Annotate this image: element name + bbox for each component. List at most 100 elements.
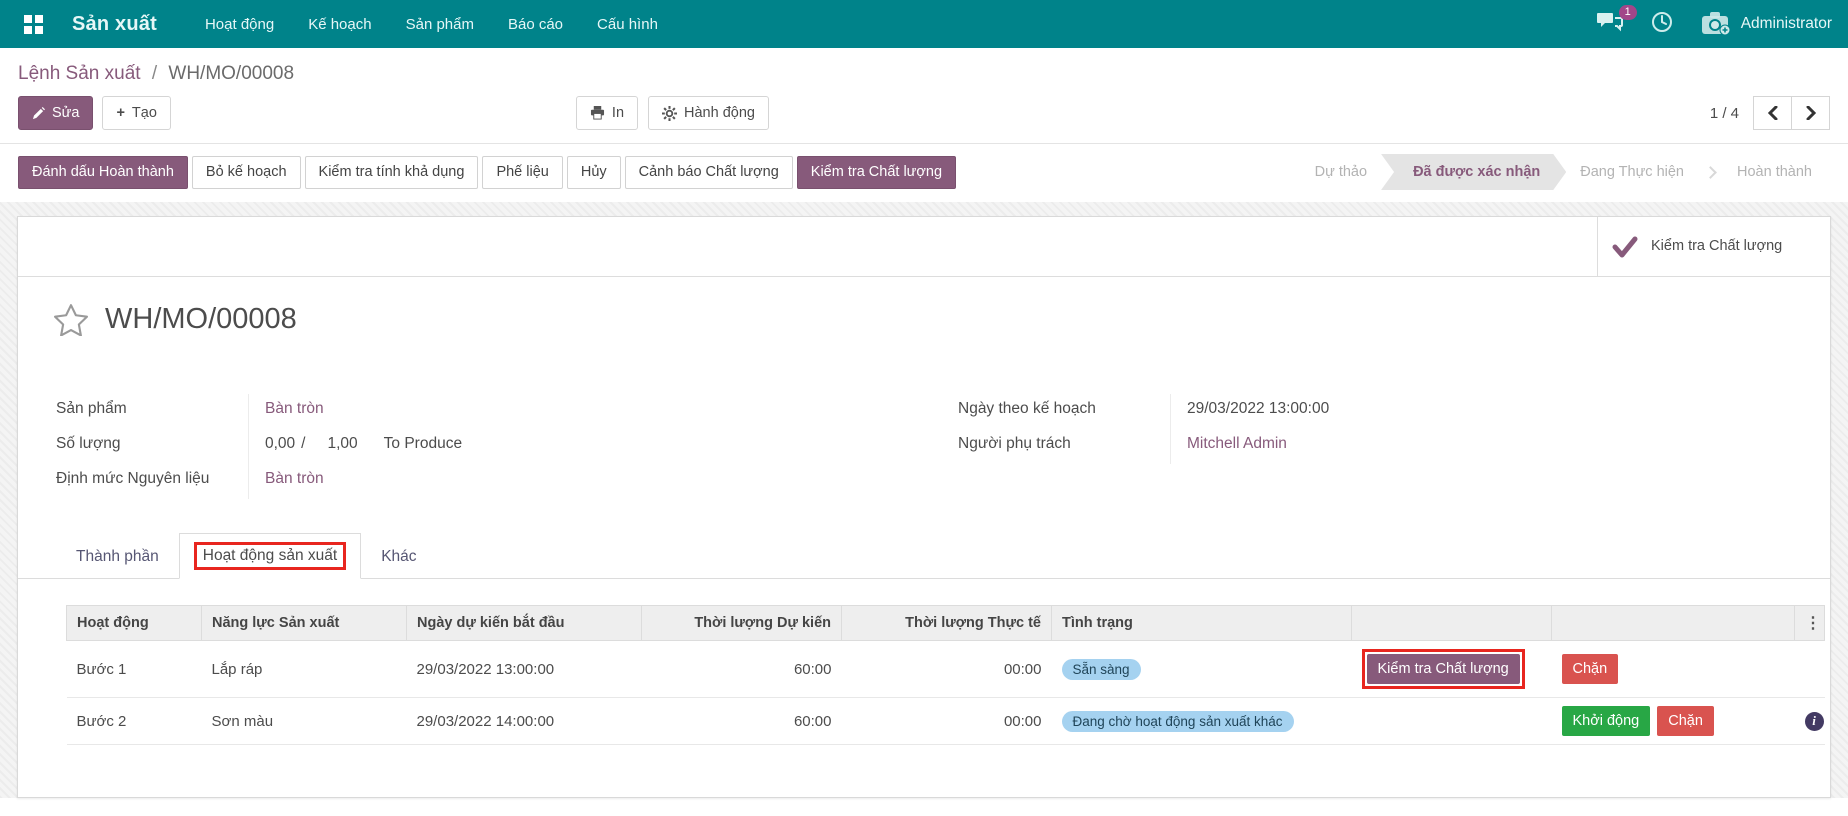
optional-columns-icon[interactable]: ⋮ [1805, 615, 1821, 632]
app-title[interactable]: Sản xuất [72, 13, 157, 36]
tab-components[interactable]: Thành phần [56, 536, 179, 578]
menu-operations[interactable]: Hoạt động [205, 16, 274, 33]
col-status[interactable]: Tình trạng [1052, 606, 1352, 641]
cell-expected-duration: 60:00 [642, 698, 842, 745]
main-menu: Hoạt động Kế hoạch Sản phẩm Báo cáo Cấu … [205, 16, 658, 33]
apps-menu-icon[interactable] [16, 7, 50, 41]
status-badge: Sẵn sàng [1062, 659, 1141, 680]
statusbar-row: Đánh dấu Hoàn thành Bỏ kế hoạch Kiểm tra… [0, 143, 1848, 202]
qty-suffix: To Produce [384, 435, 462, 452]
cell-start-date: 29/03/2022 14:00:00 [407, 698, 642, 745]
clock-icon [1651, 11, 1673, 33]
scheduled-date-value: 29/03/2022 13:00:00 [1170, 394, 1770, 429]
menu-planning[interactable]: Kế hoạch [308, 16, 371, 33]
title-block: WH/MO/00008 [18, 277, 1830, 336]
state-done[interactable]: Hoàn thành [1723, 155, 1826, 189]
tab-misc[interactable]: Khác [361, 536, 436, 578]
cell-workcenter: Lắp ráp [202, 641, 407, 698]
col-buttons-2 [1552, 606, 1795, 641]
form-background: Kiểm tra Chất lượng WH/MO/00008 Sản phẩm… [0, 202, 1848, 798]
navbar-right: 1 Administrator [1597, 11, 1832, 38]
messages-button[interactable]: 1 [1597, 12, 1623, 37]
breadcrumb: Lệnh Sản xuất / WH/MO/00008 [0, 48, 1848, 94]
annotation-box: Hoạt động sản xuất [194, 542, 346, 570]
work-order-row-2[interactable]: Bước 2 Sơn màu 29/03/2022 14:00:00 60:00… [67, 698, 1825, 745]
row-block-button[interactable]: Chặn [1562, 654, 1619, 684]
quality-check-button[interactable]: Kiểm tra Chất lượng [797, 156, 956, 189]
row-block-button[interactable]: Chặn [1657, 706, 1714, 736]
print-button[interactable]: In [576, 96, 638, 130]
info-icon[interactable]: i [1805, 712, 1824, 731]
edit-label: Sửa [52, 105, 79, 121]
left-field-group: Sản phẩm Bàn tròn Số lượng 0,00/1,00To P… [56, 394, 868, 499]
field-groups: Sản phẩm Bàn tròn Số lượng 0,00/1,00To P… [18, 336, 1830, 499]
stat-button-label: Kiểm tra Chất lượng [1651, 237, 1782, 257]
col-activity[interactable]: Hoạt động [67, 606, 202, 641]
responsible-link[interactable]: Mitchell Admin [1187, 435, 1287, 452]
field-bom: Định mức Nguyên liệu Bàn tròn [56, 464, 868, 499]
favorite-star-icon[interactable] [54, 303, 88, 336]
row-quality-check-button[interactable]: Kiểm tra Chất lượng [1367, 654, 1520, 684]
tab-work-orders[interactable]: Hoạt động sản xuất [179, 533, 361, 579]
col-start-date[interactable]: Ngày dự kiến bắt đầu [407, 606, 642, 641]
printer-icon [590, 106, 605, 120]
product-link[interactable]: Bàn tròn [265, 400, 324, 417]
action-menu-button[interactable]: Hành động [648, 96, 769, 130]
col-expected-duration[interactable]: Thời lượng Dự kiến [642, 606, 842, 641]
record-title: WH/MO/00008 [105, 303, 297, 336]
menu-configuration[interactable]: Cấu hình [597, 16, 658, 33]
cancel-button[interactable]: Hủy [567, 156, 621, 189]
user-name: Administrator [1741, 15, 1832, 33]
stat-button-row: Kiểm tra Chất lượng [18, 217, 1830, 277]
cell-activity: Bước 2 [67, 698, 202, 745]
action-label: Hành động [684, 105, 755, 121]
field-label: Định mức Nguyên liệu [56, 464, 248, 499]
top-navbar: Sản xuất Hoạt động Kế hoạch Sản phẩm Báo… [0, 0, 1848, 48]
user-menu[interactable]: Administrator [1701, 11, 1832, 37]
check-availability-button[interactable]: Kiểm tra tính khả dụng [305, 156, 479, 189]
pager-next-button[interactable] [1791, 96, 1830, 130]
unplan-button[interactable]: Bỏ kế hoạch [192, 156, 301, 189]
field-scheduled-date: Ngày theo kế hoạch 29/03/2022 13:00:00 [958, 394, 1770, 429]
activities-button[interactable] [1651, 11, 1673, 38]
table-header-row: Hoạt động Năng lực Sản xuất Ngày dự kiến… [67, 606, 1825, 641]
create-label: Tạo [132, 105, 157, 121]
quality-check-stat-button[interactable]: Kiểm tra Chất lượng [1597, 217, 1830, 276]
mark-done-button[interactable]: Đánh dấu Hoàn thành [18, 156, 188, 189]
field-label: Người phụ trách [958, 429, 1170, 464]
pencil-icon [32, 107, 45, 120]
create-button[interactable]: + Tạo [102, 96, 170, 130]
menu-products[interactable]: Sản phẩm [406, 16, 474, 33]
breadcrumb-parent-link[interactable]: Lệnh Sản xuất [18, 63, 141, 84]
work-order-row-1[interactable]: Bước 1 Lắp ráp 29/03/2022 13:00:00 60:00… [67, 641, 1825, 698]
cell-real-duration: 00:00 [842, 698, 1052, 745]
state-confirmed[interactable]: Đã được xác nhận [1381, 154, 1566, 190]
edit-button[interactable]: Sửa [18, 96, 93, 130]
col-buttons-1 [1352, 606, 1552, 641]
state-pipeline: Dự thảo Đã được xác nhận Đang Thực hiện … [1301, 154, 1830, 190]
chevron-left-icon [1767, 106, 1779, 120]
row-start-button[interactable]: Khởi động [1562, 706, 1651, 736]
print-label: In [612, 105, 624, 121]
field-label: Sản phẩm [56, 394, 248, 429]
col-workcenter[interactable]: Năng lực Sản xuất [202, 606, 407, 641]
chevron-separator-icon [1704, 166, 1717, 179]
cell-start-date: 29/03/2022 13:00:00 [407, 641, 642, 698]
scrap-button[interactable]: Phế liệu [482, 156, 562, 189]
avatar-placeholder-icon [1701, 11, 1731, 37]
pager-previous-button[interactable] [1753, 96, 1792, 130]
header-buttons: Đánh dấu Hoàn thành Bỏ kế hoạch Kiểm tra… [18, 156, 956, 189]
col-real-duration[interactable]: Thời lượng Thực tế [842, 606, 1052, 641]
notebook-tabs: Thành phần Hoạt động sản xuất Khác [18, 533, 1830, 579]
state-progress[interactable]: Đang Thực hiện [1566, 155, 1698, 189]
menu-reporting[interactable]: Báo cáo [508, 16, 563, 33]
quality-alert-button[interactable]: Cảnh báo Chất lượng [625, 156, 793, 189]
form-sheet: Kiểm tra Chất lượng WH/MO/00008 Sản phẩm… [17, 216, 1831, 798]
pager-counter: 1 / 4 [1710, 105, 1739, 122]
status-badge: Đang chờ hoạt động sản xuất khác [1062, 711, 1294, 732]
state-draft[interactable]: Dự thảo [1301, 155, 1381, 189]
breadcrumb-current: WH/MO/00008 [168, 63, 294, 84]
bom-link[interactable]: Bàn tròn [265, 470, 324, 487]
qty-produced: 0,00 [265, 435, 295, 452]
cell-expected-duration: 60:00 [642, 641, 842, 698]
